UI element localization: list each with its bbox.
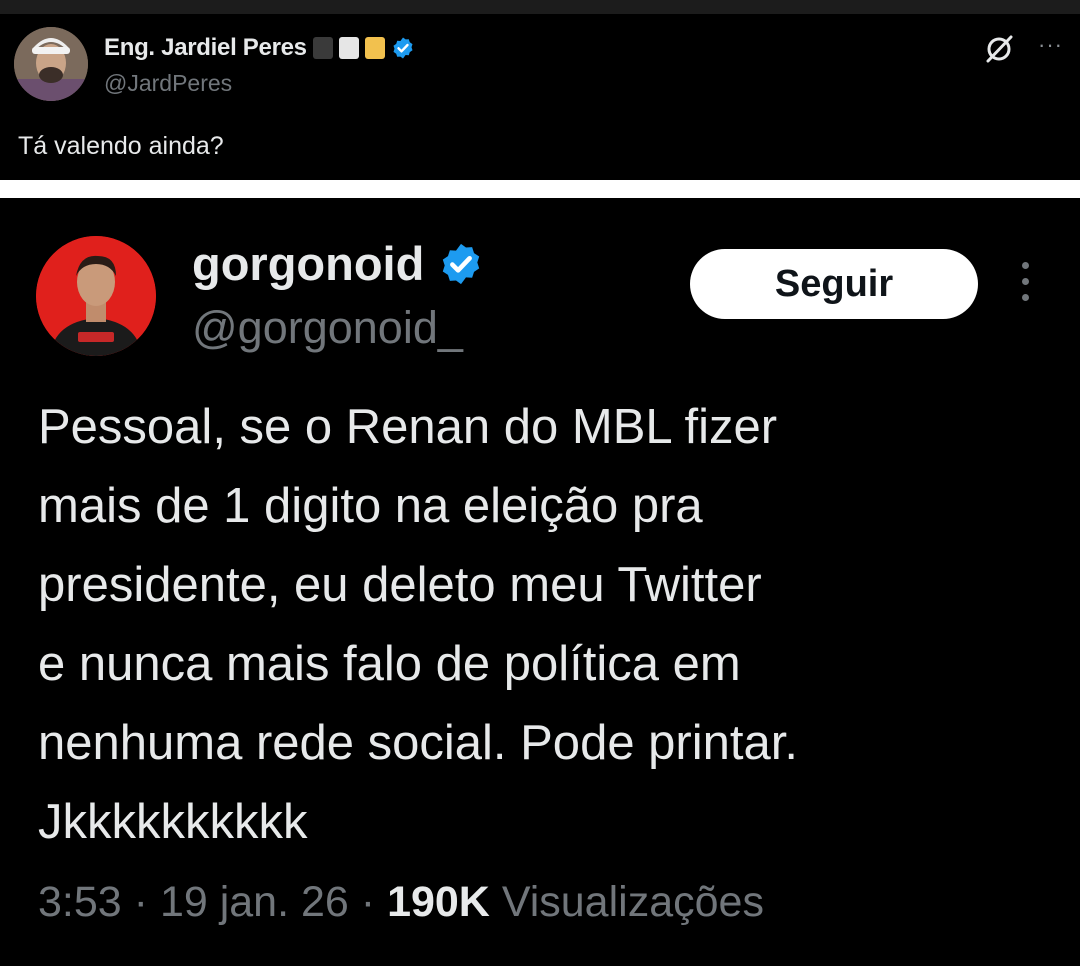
more-vertical-icon[interactable] — [1018, 262, 1032, 310]
tweet-date[interactable]: 19 jan. 26 — [160, 878, 349, 926]
meta-separator: · — [133, 878, 160, 926]
top-strip — [0, 0, 1080, 14]
handle[interactable]: @gorgonoid_ — [192, 302, 463, 354]
dot — [1021, 262, 1029, 269]
quoted-tweet[interactable]: gorgonoid @gorgonoid_ Seguir Pessoal, se… — [0, 198, 1080, 966]
display-name[interactable]: gorgonoid — [192, 236, 424, 291]
avatar-photo — [14, 27, 88, 101]
avatar[interactable] — [14, 27, 88, 101]
flag-emoji-icon — [364, 37, 385, 59]
flag-emoji-icon — [338, 37, 359, 59]
more-icon[interactable]: ··· — [1038, 32, 1063, 58]
display-name[interactable]: Eng. Jardiel Peres — [104, 34, 307, 62]
separator — [0, 180, 1080, 198]
tweet-text: Pessoal, se o Renan do MBL fizer mais de… — [38, 388, 1048, 862]
tweet-time[interactable]: 3:53 — [38, 878, 122, 926]
tweet-text-line: Pessoal, se o Renan do MBL fizer — [38, 400, 778, 454]
tweet-text-line: nenhuma rede social. Pode printar. — [38, 716, 798, 770]
handle[interactable]: @JardPeres — [104, 70, 232, 97]
follow-button[interactable]: Seguir — [690, 249, 978, 319]
tweet-text-line: e nunca mais falo de política em — [38, 637, 741, 691]
reply-name-row: Eng. Jardiel Peres — [104, 30, 415, 66]
tweet-text-line: presidente, eu deleto meu Twitter — [38, 558, 762, 612]
avatar-photo — [36, 236, 156, 356]
tweet-text-line: mais de 1 digito na eleição pra — [38, 479, 703, 533]
verified-badge-icon — [443, 243, 480, 284]
flag-emoji-icon — [312, 37, 333, 59]
meta-separator: · — [360, 878, 388, 926]
tweet-meta: 3:53 · 19 jan. 26 · 190K Visualizações — [38, 878, 764, 927]
dot — [1021, 294, 1029, 301]
verified-badge-icon — [393, 37, 413, 59]
grok-icon[interactable] — [982, 32, 1016, 66]
views-count: 190K — [387, 878, 490, 926]
tweet-text: Tá valendo ainda? — [18, 132, 224, 160]
reply-tweet[interactable]: Eng. Jardiel Peres @JardPeres ··· Tá val… — [0, 0, 1080, 180]
quoted-name-row: gorgonoid — [192, 236, 484, 291]
avatar[interactable] — [36, 236, 156, 356]
dot — [1021, 278, 1029, 285]
tweet-text-line: Jkkkkkkkkkk — [38, 795, 308, 849]
views-label: Visualizações — [501, 878, 764, 926]
